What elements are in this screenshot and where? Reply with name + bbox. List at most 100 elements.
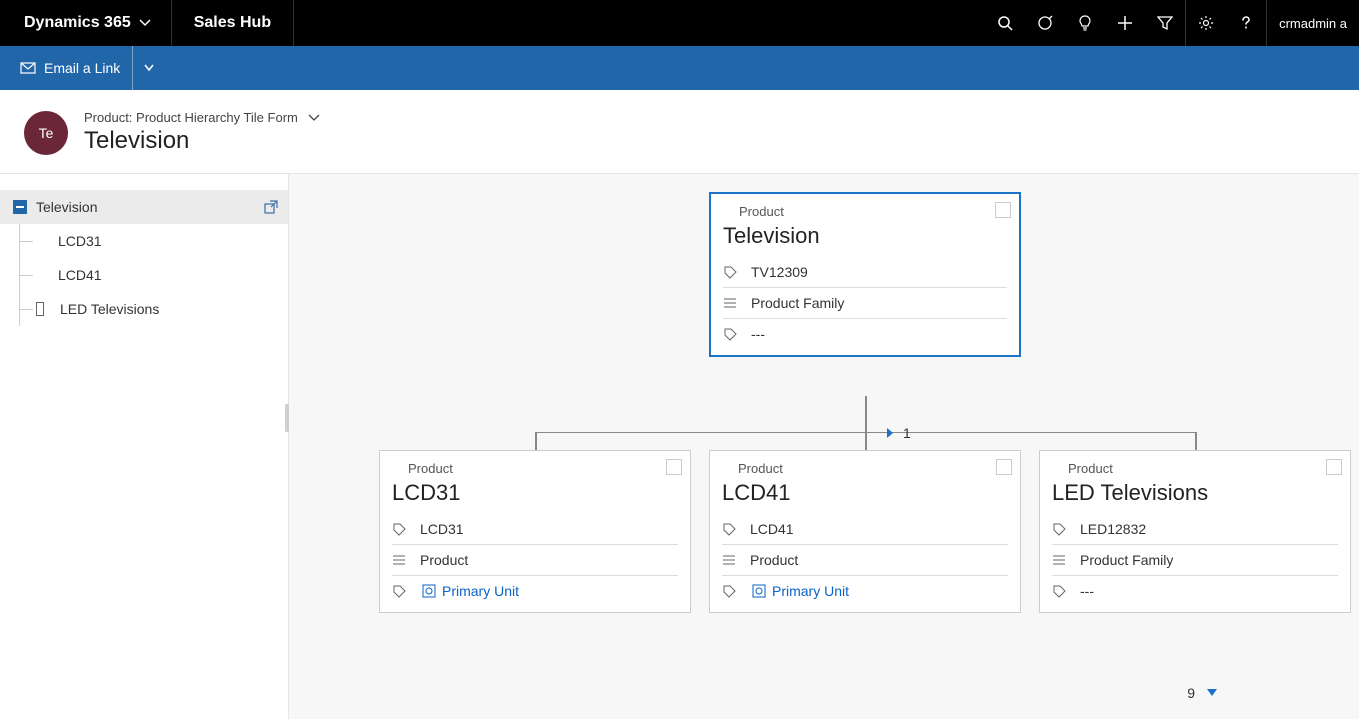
- lookup-icon: [750, 584, 768, 598]
- user-menu[interactable]: crmadmin a: [1267, 0, 1359, 46]
- tile-entity-label: Product: [722, 461, 1008, 476]
- tree-item-label: LCD31: [36, 233, 288, 249]
- tree-children: LCD31 LCD41 LED Televisions: [0, 224, 288, 326]
- hierarchy-canvas[interactable]: Product Television TV12309 Product Famil…: [289, 174, 1359, 719]
- tree-item-lcd41[interactable]: LCD41: [0, 258, 288, 292]
- tree-item-lcd31[interactable]: LCD31: [0, 224, 288, 258]
- chevron-down-icon: [139, 17, 151, 29]
- breadcrumb-label: Product: Product Hierarchy Tile Form: [84, 110, 298, 125]
- tree-item-label: LCD41: [36, 267, 288, 283]
- tile-unit-field: ---: [723, 319, 1007, 349]
- tile-select[interactable]: [996, 459, 1012, 475]
- tile-code-field: LCD41: [722, 514, 1008, 545]
- email-link-split[interactable]: [132, 46, 164, 90]
- mail-icon: [20, 61, 36, 75]
- tree-collapse[interactable]: [12, 199, 28, 215]
- avatar: Te: [24, 111, 68, 155]
- tile-unit-field: Primary Unit: [392, 576, 678, 606]
- tile-code-field: LCD31: [392, 514, 678, 545]
- tile-type-field: Product: [722, 545, 1008, 576]
- task-button[interactable]: [1025, 0, 1065, 46]
- chevron-down-icon: [308, 112, 320, 124]
- tile-entity-label: Product: [723, 204, 1007, 219]
- header-text: Product: Product Hierarchy Tile Form Tel…: [84, 110, 320, 155]
- settings-button[interactable]: [1186, 0, 1226, 46]
- tile-title: Television: [723, 223, 1007, 249]
- tile-select[interactable]: [1326, 459, 1342, 475]
- tree-panel: Television LCD31 LCD41 LED Televisions: [0, 174, 289, 719]
- tag-icon: [722, 522, 750, 536]
- tree-expand[interactable]: [36, 301, 52, 317]
- tile-title: LCD41: [722, 480, 1008, 506]
- bottom-pager[interactable]: 9: [1187, 685, 1219, 701]
- connector: [1195, 432, 1197, 450]
- list-icon: [723, 296, 751, 310]
- email-link-label: Email a Link: [44, 60, 120, 76]
- tile-type-field: Product: [392, 545, 678, 576]
- tile-code-value: LED12832: [1080, 521, 1338, 537]
- list-icon: [722, 553, 750, 567]
- filter-button[interactable]: [1145, 0, 1185, 46]
- page-header: Te Product: Product Hierarchy Tile Form …: [0, 90, 1359, 173]
- list-icon: [392, 553, 420, 567]
- tile-lcd41[interactable]: Product LCD41 LCD41 Product Primary Unit: [709, 450, 1021, 613]
- form-selector[interactable]: Product: Product Hierarchy Tile Form: [84, 110, 320, 125]
- tree-item-led-televisions[interactable]: LED Televisions: [0, 292, 288, 326]
- tile-lcd31[interactable]: Product LCD31 LCD31 Product Primary Unit: [379, 450, 691, 613]
- avatar-initials: Te: [39, 125, 54, 141]
- search-button[interactable]: [985, 0, 1025, 46]
- tile-code-value: LCD31: [420, 521, 678, 537]
- tree-item-label: Television: [36, 199, 262, 215]
- connector: [865, 432, 867, 450]
- minus-icon: [13, 200, 27, 214]
- tile-unit-value[interactable]: Primary Unit: [442, 583, 678, 599]
- tile-entity-label: Product: [1052, 461, 1338, 476]
- hub-label: Sales Hub: [194, 14, 271, 32]
- gear-icon: [1198, 15, 1214, 31]
- tile-unit-field: ---: [1052, 576, 1338, 606]
- tag-icon: [1052, 522, 1080, 536]
- body: Television LCD31 LCD41 LED Televisions P…: [0, 173, 1359, 719]
- top-nav-right: crmadmin a: [985, 0, 1359, 46]
- help-icon: [1238, 15, 1254, 31]
- assistant-button[interactable]: [1065, 0, 1105, 46]
- tile-unit-value[interactable]: Primary Unit: [772, 583, 1008, 599]
- tile-unit-field: Primary Unit: [722, 576, 1008, 606]
- add-button[interactable]: [1105, 0, 1145, 46]
- plus-icon: [36, 302, 44, 316]
- tag-icon: [392, 522, 420, 536]
- tile-type-value: Product Family: [751, 295, 1007, 311]
- tile-television[interactable]: Product Television TV12309 Product Famil…: [709, 192, 1021, 357]
- target-icon: [1037, 15, 1053, 31]
- tree-item-television[interactable]: Television: [0, 190, 288, 224]
- level-pager[interactable]: 1: [885, 425, 911, 441]
- tag-icon: [722, 584, 750, 598]
- user-name: crmadmin a: [1279, 16, 1347, 31]
- open-record[interactable]: [262, 198, 280, 216]
- lookup-icon: [420, 584, 438, 598]
- tile-code-field: TV12309: [723, 257, 1007, 288]
- tile-select[interactable]: [995, 202, 1011, 218]
- tile-select[interactable]: [666, 459, 682, 475]
- tile-code-value: LCD41: [750, 521, 1008, 537]
- tag-icon: [392, 584, 420, 598]
- app-switcher[interactable]: Dynamics 365: [0, 0, 172, 46]
- email-link-button[interactable]: Email a Link: [12, 46, 128, 90]
- plus-icon: [1117, 15, 1133, 31]
- tile-unit-value: ---: [1080, 583, 1338, 599]
- brand-label: Dynamics 365: [24, 14, 131, 32]
- hub-title[interactable]: Sales Hub: [172, 0, 294, 46]
- tree-item-label: LED Televisions: [60, 301, 288, 317]
- help-button[interactable]: [1226, 0, 1266, 46]
- list-icon: [1052, 553, 1080, 567]
- tag-icon: [723, 265, 751, 279]
- tag-icon: [723, 327, 751, 341]
- level-page-number: 1: [903, 425, 911, 441]
- tile-led-televisions[interactable]: Product LED Televisions LED12832 Product…: [1039, 450, 1351, 613]
- tile-type-value: Product: [420, 552, 678, 568]
- arrow-down-icon: [1205, 687, 1219, 699]
- page-title: Television: [84, 127, 320, 155]
- bottom-page-number: 9: [1187, 685, 1195, 701]
- connector: [535, 432, 537, 450]
- tile-type-field: Product Family: [1052, 545, 1338, 576]
